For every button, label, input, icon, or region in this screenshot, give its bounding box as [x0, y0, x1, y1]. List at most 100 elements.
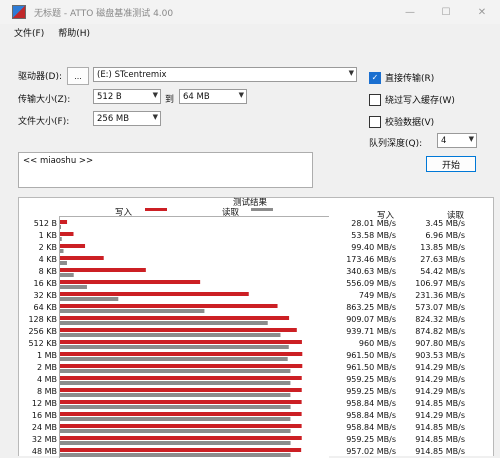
read-value: 914.29 MB/s — [415, 411, 465, 420]
read-bar — [60, 249, 64, 253]
write-bar — [60, 316, 290, 320]
size-label: 48 MB — [31, 447, 57, 456]
direct-io-label: 直接传输(R) — [385, 74, 435, 84]
write-value: 959.25 MB/s — [346, 387, 396, 396]
write-bar — [60, 412, 302, 416]
size-label: 32 KB — [33, 291, 57, 300]
read-bar — [60, 393, 291, 397]
read-bar — [60, 369, 291, 373]
size-label: 24 MB — [31, 423, 57, 432]
write-value: 958.84 MB/s — [346, 399, 396, 408]
checkbox-empty-icon — [369, 115, 381, 128]
transfer-to-select[interactable]: 64 MB ▼ — [179, 89, 247, 104]
read-bar — [60, 345, 289, 349]
size-label: 128 KB — [28, 315, 57, 324]
read-value: 914.29 MB/s — [415, 375, 465, 384]
transfer-from-select[interactable]: 512 B ▼ — [93, 89, 161, 104]
queue-depth-select[interactable]: 4 ▼ — [437, 133, 477, 148]
minimize-button[interactable]: — — [392, 0, 428, 24]
results-panel: 测试结果 写入 读取 写入 读取 512 B 28.01 MB/s 3.45 MB/… — [18, 197, 494, 458]
size-label: 4 KB — [38, 255, 57, 264]
size-label: 16 MB — [31, 411, 57, 420]
check-icon: ✓ — [369, 71, 381, 84]
chevron-down-icon: ▼ — [348, 69, 354, 77]
write-value: 961.50 MB/s — [346, 363, 396, 372]
file-size-value: 256 MB — [97, 113, 130, 124]
read-value: 106.97 MB/s — [415, 279, 465, 288]
size-label: 256 KB — [28, 327, 57, 336]
read-value: 914.29 MB/s — [415, 387, 465, 396]
read-bar — [60, 417, 291, 421]
read-bar — [60, 441, 291, 445]
start-button[interactable]: 开始 — [426, 156, 476, 172]
read-bar — [60, 321, 268, 325]
queue-depth-label: 队列深度(Q): — [369, 139, 423, 149]
read-bar — [60, 381, 291, 385]
write-value: 863.25 MB/s — [346, 303, 396, 312]
read-value: 573.07 MB/s — [415, 303, 465, 312]
queue-depth-value: 4 — [441, 135, 447, 146]
size-label: 8 MB — [36, 387, 57, 396]
close-button[interactable]: ✕ — [464, 0, 500, 24]
maximize-button[interactable]: ☐ — [428, 0, 464, 24]
read-value: 6.96 MB/s — [425, 231, 465, 240]
menu-file[interactable]: 文件(F) — [0, 26, 44, 39]
read-value: 27.63 MB/s — [420, 255, 465, 264]
size-label: 512 B — [33, 219, 57, 228]
browse-button[interactable]: ... — [67, 67, 89, 85]
write-bar — [60, 328, 297, 332]
drive-select[interactable]: (E:) STcentremix ▼ — [93, 67, 357, 82]
write-bar — [60, 424, 302, 428]
direct-io-checkbox[interactable]: ✓ 直接传输(R) — [369, 71, 434, 84]
read-bar — [60, 309, 205, 313]
app-icon — [12, 5, 26, 19]
verify-checkbox[interactable]: 校验数据(V) — [369, 115, 434, 128]
bypass-cache-checkbox[interactable]: 绕过写入缓存(W) — [369, 93, 455, 106]
file-size-select[interactable]: 256 MB ▼ — [93, 111, 161, 126]
read-bar — [60, 237, 62, 241]
read-value: 914.85 MB/s — [415, 423, 465, 432]
read-value: 231.36 MB/s — [415, 291, 465, 300]
read-value: 874.82 MB/s — [415, 327, 465, 336]
size-label: 2 KB — [38, 243, 57, 252]
write-bar — [60, 304, 278, 308]
transfer-size-label: 传输大小(Z): — [18, 95, 71, 105]
write-bar — [60, 292, 249, 296]
transfer-from-value: 512 B — [97, 91, 122, 102]
size-label: 2 MB — [36, 363, 57, 372]
chevron-down-icon: ▼ — [468, 135, 474, 143]
read-value: 907.80 MB/s — [415, 339, 465, 348]
write-value: 958.84 MB/s — [346, 411, 396, 420]
read-bar — [60, 405, 291, 409]
read-value: 13.85 MB/s — [420, 243, 465, 252]
read-value: 54.42 MB/s — [420, 267, 465, 276]
menu-help[interactable]: 帮助(H) — [44, 26, 90, 39]
drive-label: 驱动器(D): — [18, 72, 62, 82]
write-value: 939.71 MB/s — [346, 327, 396, 336]
read-bar — [60, 261, 67, 265]
read-bar — [60, 273, 74, 277]
write-bar — [60, 400, 302, 404]
write-value: 340.63 MB/s — [346, 267, 396, 276]
to-label: 到 — [165, 95, 175, 105]
write-bar — [60, 388, 302, 392]
read-value: 914.85 MB/s — [415, 447, 465, 456]
write-bar — [60, 340, 302, 344]
write-value: 53.58 MB/s — [351, 231, 396, 240]
bar-plot — [59, 216, 329, 458]
read-value: 903.53 MB/s — [415, 351, 465, 360]
write-bar — [60, 448, 302, 452]
legend-read-swatch — [251, 208, 273, 211]
write-bar — [60, 376, 302, 380]
checkbox-empty-icon — [369, 93, 381, 106]
size-label: 12 MB — [31, 399, 57, 408]
notes-textarea[interactable]: << miaoshu >> — [18, 152, 313, 188]
write-bar — [60, 244, 86, 248]
read-bar — [60, 333, 281, 337]
chevron-down-icon: ▼ — [152, 91, 158, 99]
read-bar — [60, 453, 291, 457]
write-value: 749 MB/s — [358, 291, 396, 300]
write-value: 959.25 MB/s — [346, 435, 396, 444]
chevron-down-icon: ▼ — [152, 113, 158, 121]
file-size-label: 文件大小(F): — [18, 117, 70, 127]
